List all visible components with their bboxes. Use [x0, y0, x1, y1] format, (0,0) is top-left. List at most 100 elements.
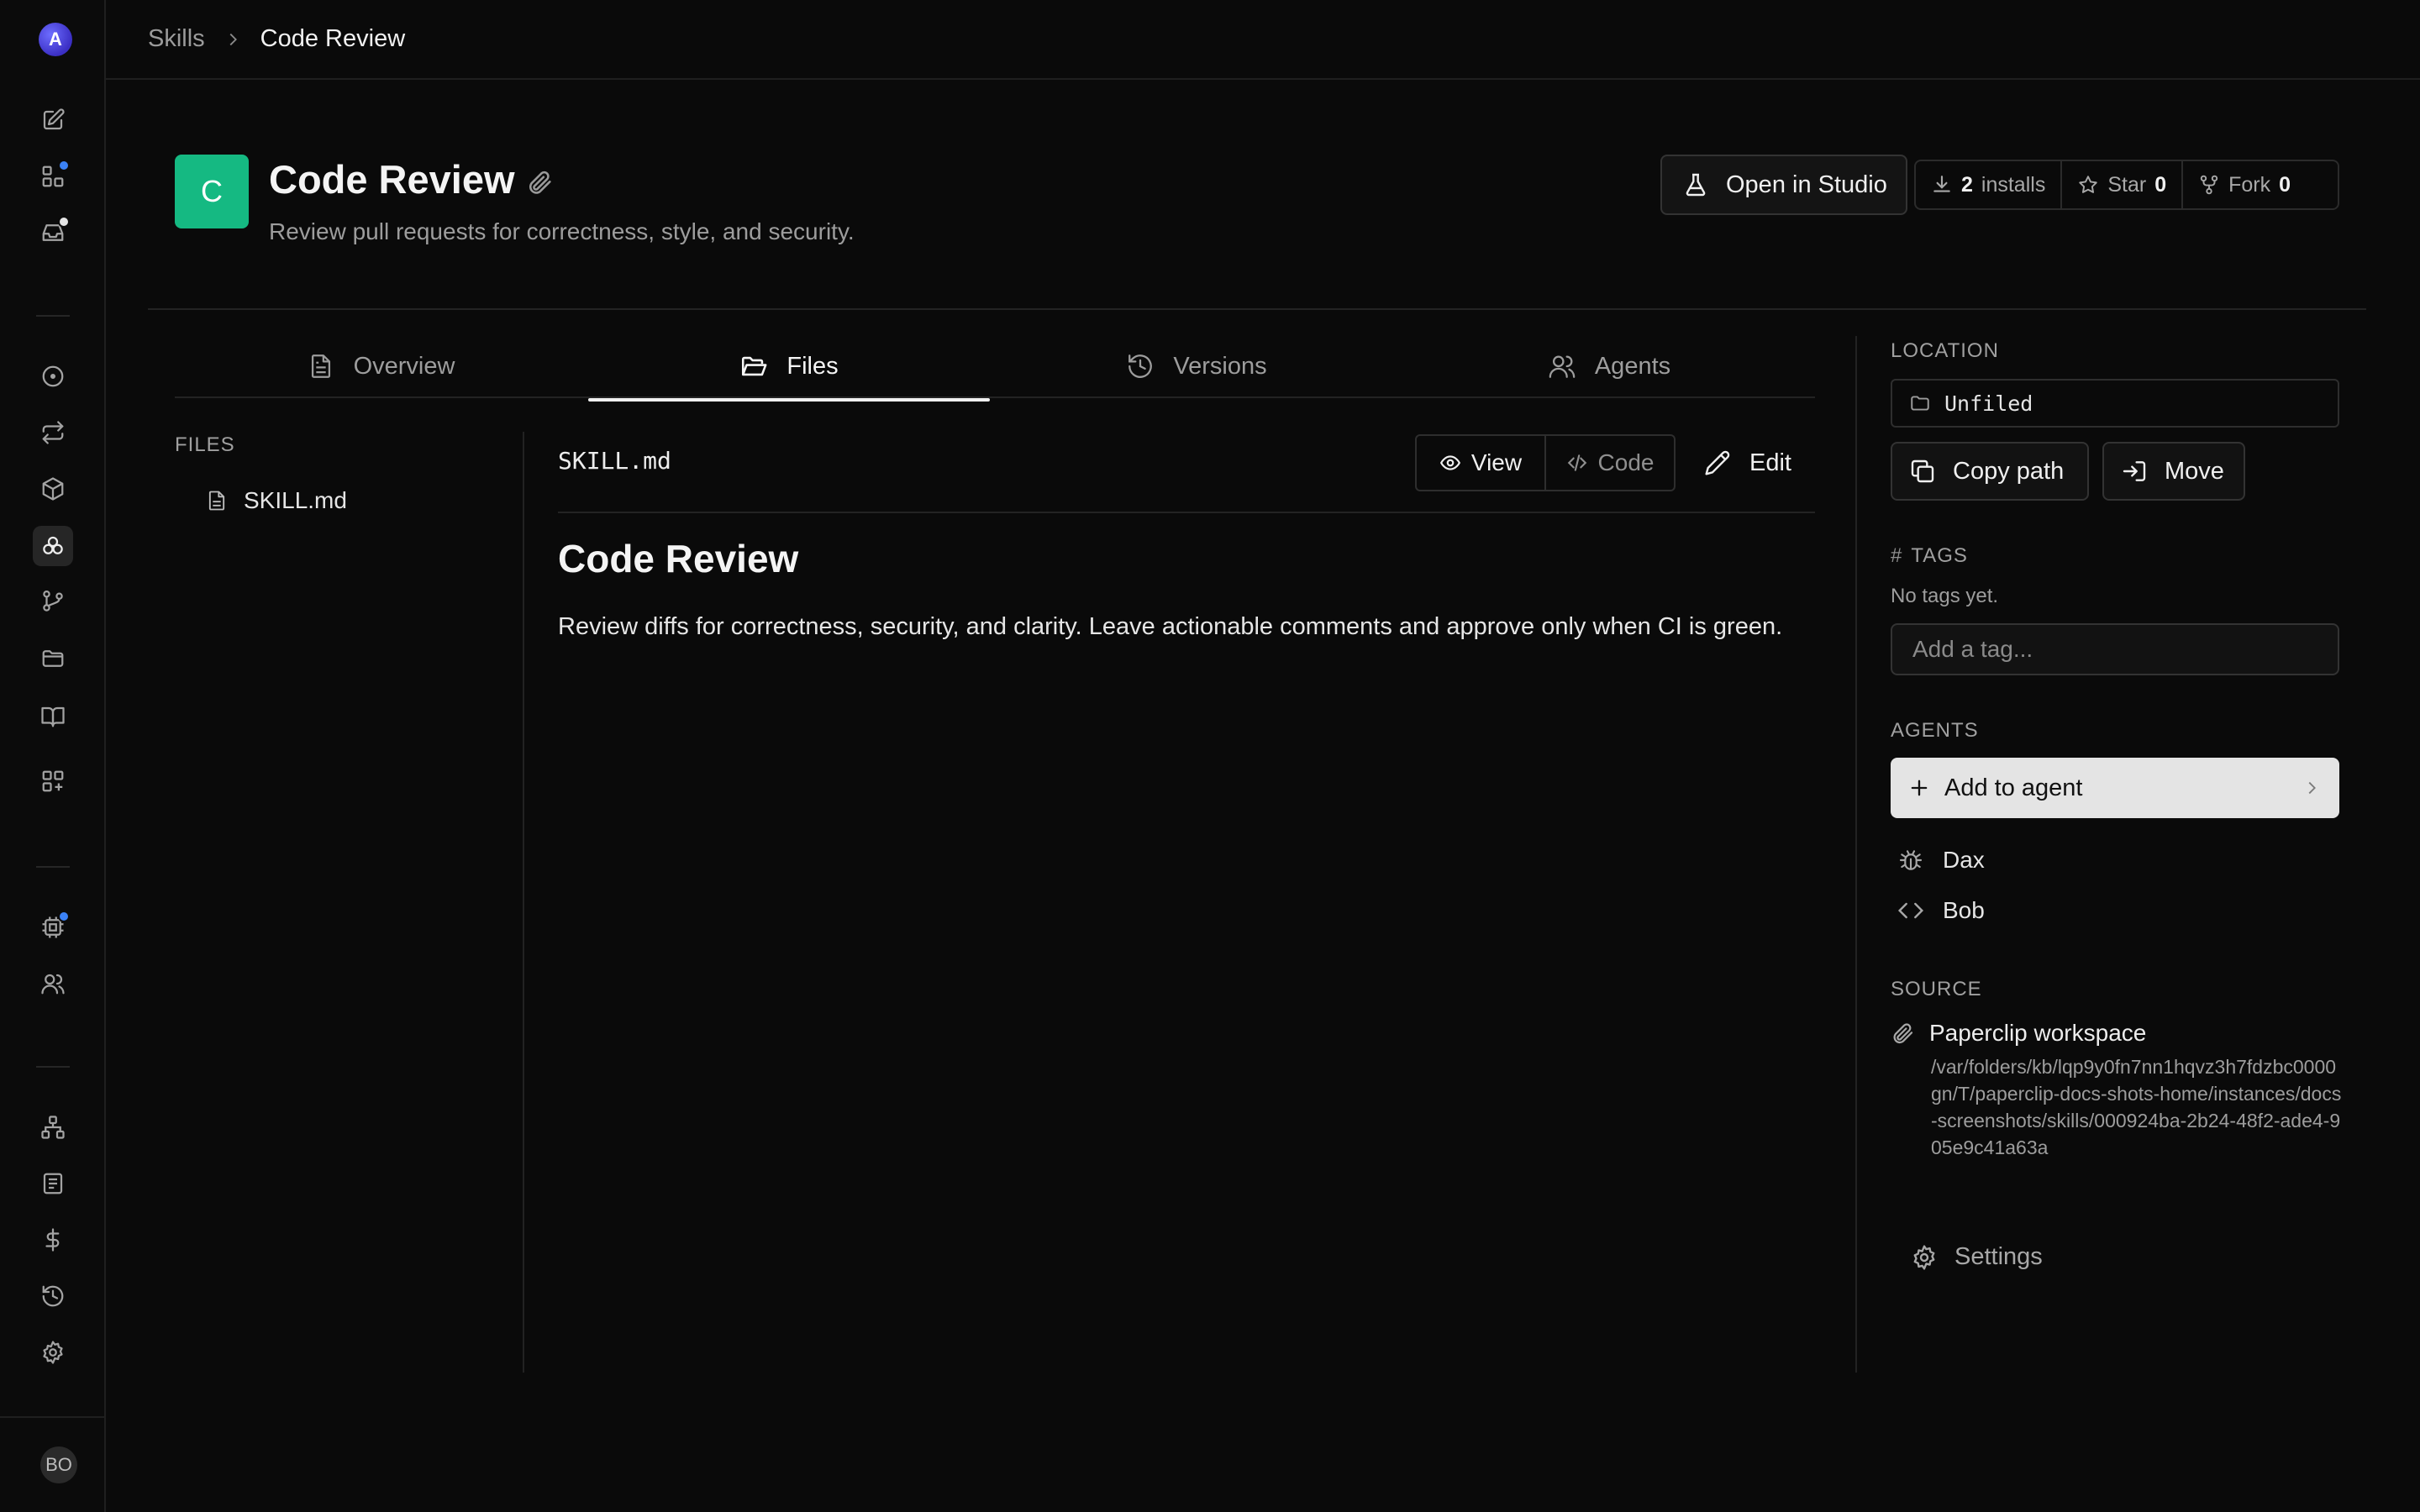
star-button[interactable]: Star 0 [2060, 161, 2181, 208]
document-body: Review diffs for correctness, security, … [558, 613, 1783, 640]
bug-icon [1899, 850, 1923, 870]
tab-label: Files [786, 352, 839, 380]
package-icon[interactable] [33, 469, 73, 509]
skill-logo: C [175, 155, 249, 228]
settings-icon [1913, 1244, 1935, 1270]
file-name: SKILL.md [558, 447, 671, 475]
circle-dot-icon[interactable] [33, 356, 73, 396]
tab-agents[interactable]: Agents [1403, 336, 1815, 396]
repeat-icon[interactable] [33, 412, 73, 453]
page-title: Code Review [269, 157, 515, 202]
rail-divider [36, 866, 70, 868]
code-mode-button[interactable]: Code [1544, 436, 1674, 490]
star-count: 0 [2154, 172, 2167, 197]
eye-icon [1439, 455, 1460, 470]
add-to-agent-button[interactable]: Add to agent [1891, 758, 2339, 818]
flask-icon [1686, 173, 1706, 197]
file-icon [208, 491, 225, 511]
code-icon [1567, 454, 1586, 471]
rail-footer-divider [0, 1416, 106, 1418]
file-text-icon [311, 354, 330, 378]
tab-versions[interactable]: Versions [990, 336, 1403, 396]
apps-icon[interactable] [33, 761, 73, 801]
notification-badge [58, 911, 70, 922]
history-icon [1128, 354, 1153, 378]
download-icon [1933, 176, 1950, 192]
location-field[interactable]: Unfiled [1891, 379, 2339, 428]
tab-bar: Overview Files Versions Agents [175, 336, 1815, 402]
fork-icon [2200, 175, 2218, 195]
file-tree-divider [523, 432, 524, 1373]
agent-name: Bob [1943, 897, 1985, 923]
location-value: Unfiled [1944, 391, 2033, 416]
tab-label: Overview [353, 352, 455, 380]
sidebar-divider [1855, 336, 1857, 1373]
viewer-divider [558, 512, 1815, 513]
pencil-icon [1705, 450, 1730, 475]
rail-divider [36, 315, 70, 317]
location-label: LOCATION [1891, 339, 1999, 362]
agent-name: Dax [1943, 847, 1985, 873]
cpu-icon[interactable] [33, 907, 73, 948]
workspace-avatar[interactable]: A [39, 23, 72, 56]
move-button[interactable]: Move [2102, 442, 2245, 501]
code-mode-label: Code [1597, 449, 1655, 475]
agents-label: AGENTS [1891, 719, 1979, 742]
code-icon [1897, 902, 1924, 919]
move-icon [2123, 461, 2146, 481]
dollar-icon[interactable] [33, 1220, 73, 1260]
edit-icon[interactable] [33, 100, 73, 140]
plus-icon [1911, 780, 1928, 796]
tags-header: # TAGS [1891, 544, 1968, 568]
settings-icon[interactable] [33, 1332, 73, 1373]
files-heading: FILES [175, 433, 235, 456]
open-in-studio-label: Open in Studio [1726, 171, 1887, 198]
tags-label: TAGS [1911, 544, 1968, 567]
inbox-icon[interactable] [33, 213, 73, 253]
source-label: SOURCE [1891, 978, 1982, 1000]
source-name: Paperclip workspace [1891, 1020, 2146, 1047]
history-icon[interactable] [33, 1276, 73, 1316]
installs-count: 2 [1961, 172, 1973, 197]
agent-item-dax[interactable]: Dax [1897, 847, 1985, 874]
view-mode-label: View [1470, 449, 1523, 475]
org-chart-icon[interactable] [33, 1107, 73, 1147]
users-icon[interactable] [33, 963, 73, 1004]
breadcrumb-skills-link[interactable]: Skills [148, 25, 205, 53]
breadcrumb-current: Code Review [260, 25, 406, 52]
tab-overview[interactable]: Overview [175, 336, 587, 396]
tab-label: Agents [1594, 352, 1671, 380]
chevron-right-icon [2308, 781, 2316, 795]
notification-badge [58, 216, 70, 228]
file-tree-item[interactable]: SKILL.md [205, 487, 347, 514]
view-mode-toggle: View Code [1415, 434, 1676, 491]
tag-input[interactable] [1891, 623, 2339, 675]
book-icon[interactable] [33, 696, 73, 737]
chevron-right-icon [229, 33, 237, 45]
view-mode-button[interactable]: View [1417, 436, 1544, 490]
fork-count: 0 [2279, 172, 2291, 197]
tab-files[interactable]: Files [588, 336, 990, 402]
skill-description: Review pull requests for correctness, st… [269, 218, 855, 244]
fork-label: Fork [2228, 172, 2271, 197]
add-to-agent-label: Add to agent [1944, 774, 2083, 801]
agent-item-bob[interactable]: Bob [1897, 897, 1985, 924]
installs-label: installs [1981, 172, 2046, 197]
open-in-studio-button[interactable]: Open in Studio [1660, 155, 1907, 215]
no-tags-message: No tags yet. [1891, 585, 1999, 607]
folder-icon[interactable] [33, 638, 73, 679]
document-icon[interactable] [33, 1163, 73, 1204]
dashboard-icon[interactable] [33, 156, 73, 197]
move-label: Move [2165, 457, 2224, 485]
skills-icon[interactable] [33, 526, 73, 566]
user-avatar[interactable]: BO [40, 1446, 77, 1483]
installs-stat: 2 installs [1916, 161, 2060, 208]
folder-icon [1911, 396, 1929, 411]
copy-path-button[interactable]: Copy path [1891, 442, 2089, 501]
paperclip-icon [1893, 1023, 1913, 1044]
git-branch-icon[interactable] [33, 581, 73, 622]
settings-button[interactable]: Settings [1911, 1243, 2043, 1271]
file-tree-item-label: SKILL.md [244, 487, 347, 513]
fork-button[interactable]: Fork 0 [2181, 161, 2306, 208]
edit-button[interactable]: Edit [1704, 443, 1791, 483]
